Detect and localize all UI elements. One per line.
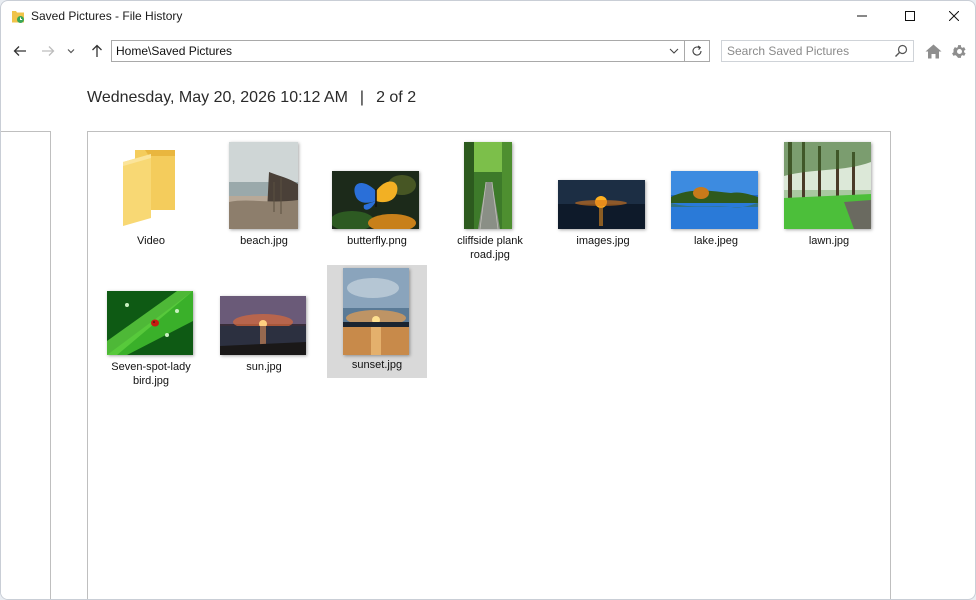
header-separator: | — [359, 89, 365, 106]
backup-date-header: Wednesday, May 20, 2026 10:12 AM | 2 of 2 — [87, 89, 416, 107]
up-button[interactable] — [87, 41, 107, 61]
gear-icon — [951, 44, 966, 58]
back-arrow-icon — [13, 46, 26, 56]
thumbnail-sunset — [343, 268, 409, 355]
list-item-sunset[interactable]: sunset.jpg — [327, 265, 427, 378]
thumbnail-ladybird — [107, 291, 193, 355]
close-icon — [949, 11, 959, 21]
window-title: Saved Pictures - File History — [31, 9, 183, 23]
maximize-button[interactable] — [887, 1, 933, 31]
item-label: Video — [137, 235, 165, 247]
list-item-sun[interactable]: sun.jpg — [214, 266, 314, 374]
thumbnail-butterfly — [332, 171, 419, 229]
thumbnail-lawn — [784, 142, 871, 229]
minimize-icon — [857, 15, 867, 17]
list-item-ladybird[interactable]: Seven-spot-lady bird.jpg — [101, 266, 201, 388]
navigation-bar: Home\Saved Pictures — [1, 37, 975, 65]
thumbnail-lake — [671, 171, 758, 229]
item-label: lake.jpeg — [693, 235, 739, 247]
item-label: lawn.jpg — [808, 235, 850, 247]
item-label: beach.jpg — [240, 235, 288, 247]
item-label: sunset.jpg — [351, 359, 403, 371]
list-item-cliffside-plank-road[interactable]: cliffside plank road.jpg — [440, 140, 540, 262]
thumbnail-cliffside-plank-road — [464, 142, 512, 229]
item-label: sun.jpg — [246, 361, 282, 373]
search-input[interactable] — [722, 41, 892, 61]
thumbnail-sun — [220, 296, 306, 355]
search-box[interactable] — [721, 40, 914, 62]
home-icon — [925, 44, 941, 58]
title-bar: Saved Pictures - File History — [1, 1, 975, 31]
folder-icon — [123, 150, 175, 226]
list-item-beach[interactable]: beach.jpg — [214, 140, 314, 248]
address-bar[interactable]: Home\Saved Pictures — [111, 40, 685, 62]
item-label: cliffside plank road.jpg — [457, 235, 523, 261]
home-button[interactable] — [923, 41, 943, 61]
up-arrow-icon — [92, 44, 102, 57]
forward-arrow-icon — [42, 46, 55, 56]
refresh-button[interactable] — [685, 40, 710, 62]
minimize-button[interactable] — [839, 1, 885, 31]
item-label: images.jpg — [576, 235, 630, 247]
previous-version-panel[interactable] — [1, 131, 51, 599]
list-item-images[interactable]: images.jpg — [553, 140, 653, 248]
settings-button[interactable] — [949, 41, 969, 61]
back-button[interactable] — [10, 41, 30, 61]
list-item-lawn[interactable]: lawn.jpg — [779, 140, 879, 248]
address-path: Home\Saved Pictures — [116, 44, 233, 58]
file-list-panel: Video beach.jpg butterfly.png cliffside … — [87, 131, 891, 599]
item-label: Seven-spot-lady bird.jpg — [111, 361, 191, 387]
folder-history-icon — [11, 8, 25, 24]
list-item-video-folder[interactable]: Video — [101, 140, 201, 248]
forward-button[interactable] — [38, 41, 58, 61]
list-item-butterfly[interactable]: butterfly.png — [327, 140, 427, 248]
close-button[interactable] — [931, 1, 975, 31]
file-history-window: Saved Pictures - File History Home\Saved… — [0, 0, 976, 600]
list-item-lake[interactable]: lake.jpeg — [666, 140, 766, 248]
address-dropdown-button[interactable] — [666, 43, 682, 59]
recent-locations-button[interactable] — [61, 41, 81, 61]
item-label: butterfly.png — [347, 235, 407, 247]
page-indicator: 2 of 2 — [376, 89, 417, 106]
search-icon[interactable] — [894, 44, 908, 58]
chevron-down-icon — [669, 48, 679, 54]
refresh-icon — [692, 45, 702, 56]
chevron-down-icon — [67, 49, 75, 54]
thumbnail-beach — [229, 142, 298, 229]
backup-date: Wednesday, May 20, 2026 10:12 AM — [87, 89, 348, 106]
thumbnail-images — [558, 180, 645, 229]
maximize-icon — [905, 11, 915, 21]
